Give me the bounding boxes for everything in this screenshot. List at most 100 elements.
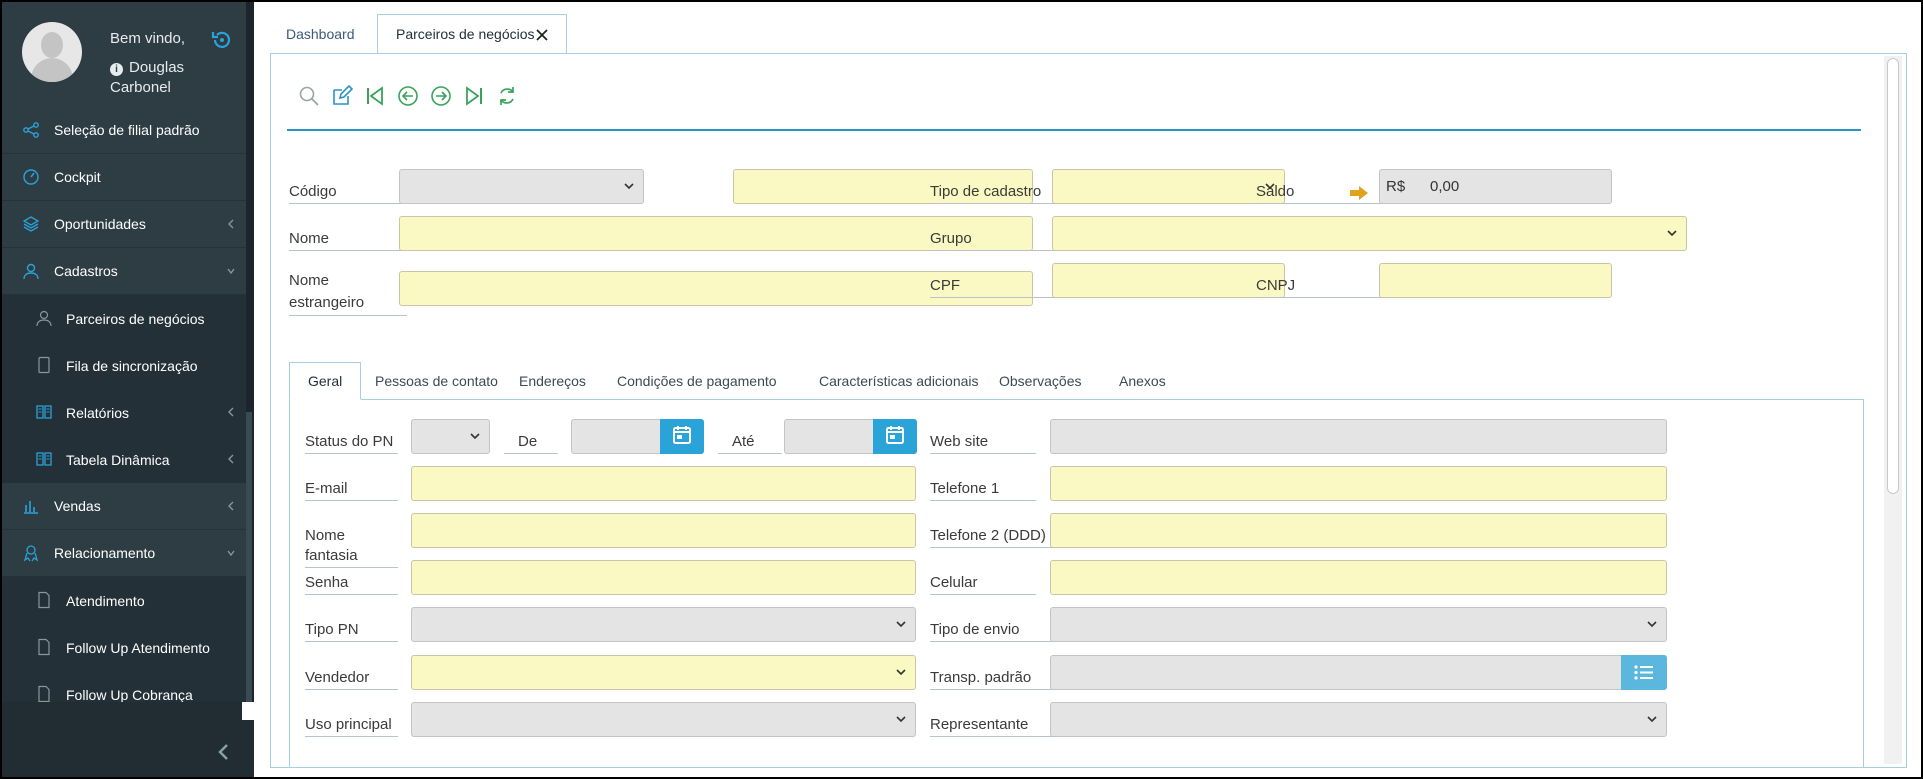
transp-lookup-button[interactable] bbox=[1621, 655, 1667, 690]
sidebar-item-label: Seleção de filial padrão bbox=[54, 122, 200, 138]
chevron-left-icon bbox=[228, 501, 234, 511]
tab-pessoas-contato[interactable]: Pessoas de contato bbox=[375, 362, 498, 400]
telefone2-input[interactable] bbox=[1050, 513, 1667, 548]
sidebar-item-fila[interactable]: Fila de sincronização bbox=[2, 342, 246, 389]
edit-button[interactable] bbox=[330, 84, 354, 108]
grupo-select[interactable] bbox=[1052, 216, 1687, 251]
sidebar-item-cadastros[interactable]: Cadastros bbox=[2, 248, 246, 295]
representante-select[interactable] bbox=[1050, 702, 1667, 737]
chevron-left-icon bbox=[228, 219, 234, 229]
tipo-pn-select[interactable] bbox=[411, 607, 916, 642]
tab-dashboard[interactable]: Dashboard bbox=[268, 14, 370, 54]
tab-observacoes[interactable]: Observações bbox=[999, 362, 1081, 400]
currency-symbol: R$ bbox=[1386, 178, 1406, 195]
sidebar-item-relatorios[interactable]: Relatórios bbox=[2, 389, 246, 436]
tab-anexos[interactable]: Anexos bbox=[1119, 362, 1166, 400]
uso-principal-select[interactable] bbox=[411, 702, 916, 737]
form-scrollbar-thumb[interactable] bbox=[1887, 58, 1899, 494]
cpf-input[interactable] bbox=[1052, 263, 1285, 298]
uso-principal-label: Uso principal bbox=[305, 715, 398, 737]
chevron-left-icon bbox=[228, 454, 234, 464]
sidebar-item-vendas[interactable]: Vendas bbox=[2, 483, 246, 530]
chevron-left-icon bbox=[228, 407, 234, 417]
saldo-value: 0,00 bbox=[1430, 178, 1460, 195]
celular-label: Celular bbox=[930, 573, 1036, 595]
tab-parceiros[interactable]: Parceiros de negócios bbox=[377, 14, 567, 54]
sidebar: Bem vindo, i Douglas Carbonel Seleção de … bbox=[2, 2, 254, 777]
sidebar-item-label: Cockpit bbox=[54, 169, 101, 185]
search-button[interactable] bbox=[297, 84, 321, 108]
calendar-icon bbox=[673, 426, 691, 444]
sidebar-item-label: Follow Up Cobrança bbox=[66, 686, 193, 703]
de-label: De bbox=[504, 432, 558, 454]
label-line: estrangeiro bbox=[289, 294, 365, 311]
website-label: Web site bbox=[930, 432, 1036, 454]
telefone1-input[interactable] bbox=[1050, 466, 1667, 501]
tab-condicoes-pagamento[interactable]: Condições de pagamento bbox=[617, 362, 777, 400]
senha-input[interactable] bbox=[411, 560, 916, 595]
last-record-button[interactable] bbox=[462, 84, 486, 108]
file-icon bbox=[38, 685, 50, 702]
sidebar-menu: Bem vindo, i Douglas Carbonel Seleção de … bbox=[2, 2, 246, 702]
email-input[interactable] bbox=[411, 466, 916, 501]
record-toolbar bbox=[297, 84, 519, 108]
sidebar-item-label: Parceiros de negócios bbox=[66, 310, 205, 327]
toolbar-divider bbox=[287, 129, 1861, 131]
tipo-envio-select[interactable] bbox=[1050, 607, 1667, 642]
tab-caracteristicas[interactable]: Características adicionais bbox=[819, 362, 979, 400]
list-icon bbox=[1634, 665, 1653, 680]
saldo-field: R$ 0,00 bbox=[1379, 169, 1612, 204]
cnpj-input[interactable] bbox=[1379, 263, 1612, 298]
telefone2-label: Telefone 2 (DDD) bbox=[930, 526, 1060, 548]
chevron-down-icon bbox=[1647, 716, 1657, 723]
arrow-right-circle-icon bbox=[431, 86, 451, 106]
bar-chart-icon bbox=[24, 501, 38, 514]
tipo-cadastro-select[interactable] bbox=[1052, 169, 1285, 204]
sidebar-item-filial[interactable]: Seleção de filial padrão bbox=[2, 107, 246, 154]
chevron-down-icon bbox=[470, 433, 480, 440]
refresh-button[interactable] bbox=[495, 84, 519, 108]
history-icon[interactable] bbox=[210, 28, 234, 52]
tab-geral[interactable]: Geral bbox=[289, 362, 362, 400]
welcome-text: Bem vindo, bbox=[110, 30, 186, 47]
sidebar-item-followup-atendimento[interactable]: Follow Up Atendimento bbox=[2, 624, 246, 671]
sidebar-item-label: Relatórios bbox=[66, 404, 130, 421]
celular-input[interactable] bbox=[1050, 560, 1667, 595]
sidebar-item-relacionamento[interactable]: Relacionamento bbox=[2, 530, 246, 577]
date-from-picker-button[interactable] bbox=[660, 419, 704, 454]
date-to-picker-button[interactable] bbox=[873, 419, 917, 454]
sidebar-item-label: Tabela Dinâmica bbox=[66, 451, 170, 468]
representante-label: Representante bbox=[930, 715, 1060, 737]
vendedor-select[interactable] bbox=[411, 655, 916, 690]
chevron-down-icon bbox=[896, 716, 906, 723]
app-window: Bem vindo, i Douglas Carbonel Seleção de … bbox=[2, 2, 1921, 777]
user-icon bbox=[23, 263, 39, 280]
collapse-sidebar-icon[interactable] bbox=[216, 742, 232, 762]
arrow-right-icon[interactable] bbox=[1349, 185, 1369, 201]
tab-enderecos[interactable]: Endereços bbox=[519, 362, 586, 400]
sidebar-item-atendimento[interactable]: Atendimento bbox=[2, 577, 246, 624]
first-record-button[interactable] bbox=[363, 84, 387, 108]
codigo-select[interactable] bbox=[399, 169, 644, 204]
sidebar-item-parceiros[interactable]: Parceiros de negócios bbox=[2, 295, 246, 342]
status-pn-select[interactable] bbox=[411, 419, 490, 454]
scroll-corner bbox=[242, 702, 254, 720]
sidebar-item-oportunidades[interactable]: Oportunidades bbox=[2, 201, 246, 248]
next-record-button[interactable] bbox=[429, 84, 453, 108]
sidebar-item-tabela-dinamica[interactable]: Tabela Dinâmica bbox=[2, 436, 246, 483]
transp-padrao-input[interactable] bbox=[1050, 655, 1667, 690]
website-input[interactable] bbox=[1050, 419, 1667, 454]
skip-last-icon bbox=[466, 86, 482, 106]
sidebar-scrollbar-thumb[interactable] bbox=[246, 412, 252, 702]
sidebar-item-cockpit[interactable]: Cockpit bbox=[2, 154, 246, 201]
sidebar-footer bbox=[2, 702, 254, 777]
cpf-label: CPF bbox=[930, 276, 1063, 298]
form-scrollbar[interactable] bbox=[1884, 56, 1902, 764]
arrow-left-circle-icon bbox=[398, 86, 418, 106]
previous-record-button[interactable] bbox=[396, 84, 420, 108]
nome-fantasia-input[interactable] bbox=[411, 513, 916, 548]
close-icon[interactable] bbox=[536, 29, 548, 41]
sidebar-item-followup-cobranca[interactable]: Follow Up Cobrança bbox=[2, 671, 246, 702]
chevron-down-icon bbox=[1667, 230, 1677, 237]
file-icon bbox=[38, 591, 50, 609]
